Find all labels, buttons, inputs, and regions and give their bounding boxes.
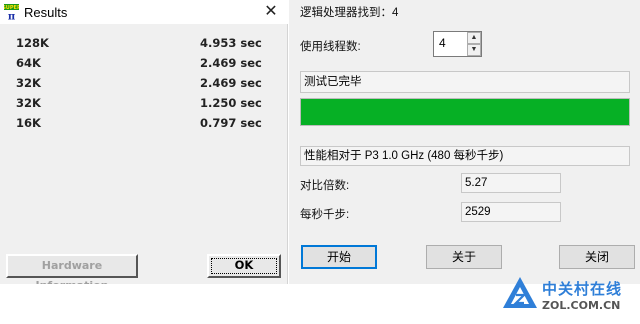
result-size: 64K xyxy=(16,56,41,70)
close-button[interactable]: 关闭 xyxy=(559,245,635,269)
watermark-en: ZOL.COM.CN xyxy=(542,299,621,312)
threads-label: 使用线程数: xyxy=(300,41,361,53)
kps-field: 2529 xyxy=(461,202,561,222)
benchmark-panel: 逻辑处理器找到：4 使用线程数: 4 ▲ ▼ 测试已完毕 性能相对于 P3 1.… xyxy=(289,0,640,284)
close-icon[interactable]: ✕ xyxy=(261,3,281,21)
results-titlebar: SUPER π Results ✕ xyxy=(0,0,288,24)
result-size: 32K xyxy=(16,76,41,90)
svg-text:π: π xyxy=(8,12,15,21)
progress-fill xyxy=(301,99,629,125)
kps-value: 2529 xyxy=(465,206,491,218)
progress-bar xyxy=(300,98,630,126)
status-text: 测试已完毕 xyxy=(304,76,362,88)
result-size: 16K xyxy=(16,116,41,130)
status-field: 测试已完毕 xyxy=(300,71,630,93)
result-size: 128K xyxy=(16,36,49,50)
result-time: 2.469 sec xyxy=(200,76,262,90)
result-time: 4.953 sec xyxy=(200,36,262,50)
ok-button[interactable]: OK xyxy=(207,254,281,278)
threads-value[interactable]: 4 xyxy=(439,36,446,50)
results-title: Results xyxy=(24,5,68,20)
stepper-down-icon[interactable]: ▼ xyxy=(467,44,481,56)
ratio-field: 5.27 xyxy=(461,173,561,193)
threads-stepper[interactable]: 4 ▲ ▼ xyxy=(433,31,482,57)
ratio-label: 对比倍数: xyxy=(300,180,350,192)
about-button[interactable]: 关于 xyxy=(426,245,502,269)
perf-relative-field: 性能相对于 P3 1.0 GHz (480 每秒千步) xyxy=(300,146,630,166)
result-row: 16K 0.797 sec xyxy=(16,116,266,136)
kps-label: 每秒千步: xyxy=(300,209,350,221)
result-row: 32K 2.469 sec xyxy=(16,76,266,96)
result-row: 128K 4.953 sec xyxy=(16,36,266,56)
zol-logo-icon xyxy=(503,277,537,308)
perf-relative-text: 性能相对于 P3 1.0 GHz (480 每秒千步) xyxy=(304,150,504,162)
processors-found-label: 逻辑处理器找到：4 xyxy=(300,7,399,19)
start-button[interactable]: 开始 xyxy=(301,245,377,269)
zol-watermark: 中关村在线 ZOL.COM.CN xyxy=(500,270,640,324)
results-list: 128K 4.953 sec 64K 2.469 sec 32K 2.469 s… xyxy=(16,36,266,136)
result-time: 0.797 sec xyxy=(200,116,262,130)
result-size: 32K xyxy=(16,96,41,110)
stepper-up-icon[interactable]: ▲ xyxy=(467,32,481,44)
hardware-information-button[interactable]: Hardware Information xyxy=(6,254,138,292)
svg-text:SUPER: SUPER xyxy=(4,5,19,11)
watermark-cn: 中关村在线 xyxy=(542,280,623,298)
result-time: 1.250 sec xyxy=(200,96,262,110)
superpi-app-icon: SUPER π xyxy=(4,4,19,20)
results-dialog: SUPER π Results ✕ 128K 4.953 sec 64K 2.4… xyxy=(0,0,288,292)
ratio-value: 5.27 xyxy=(465,177,488,189)
result-time: 2.469 sec xyxy=(200,56,262,70)
result-row: 64K 2.469 sec xyxy=(16,56,266,76)
result-row: 32K 1.250 sec xyxy=(16,96,266,116)
